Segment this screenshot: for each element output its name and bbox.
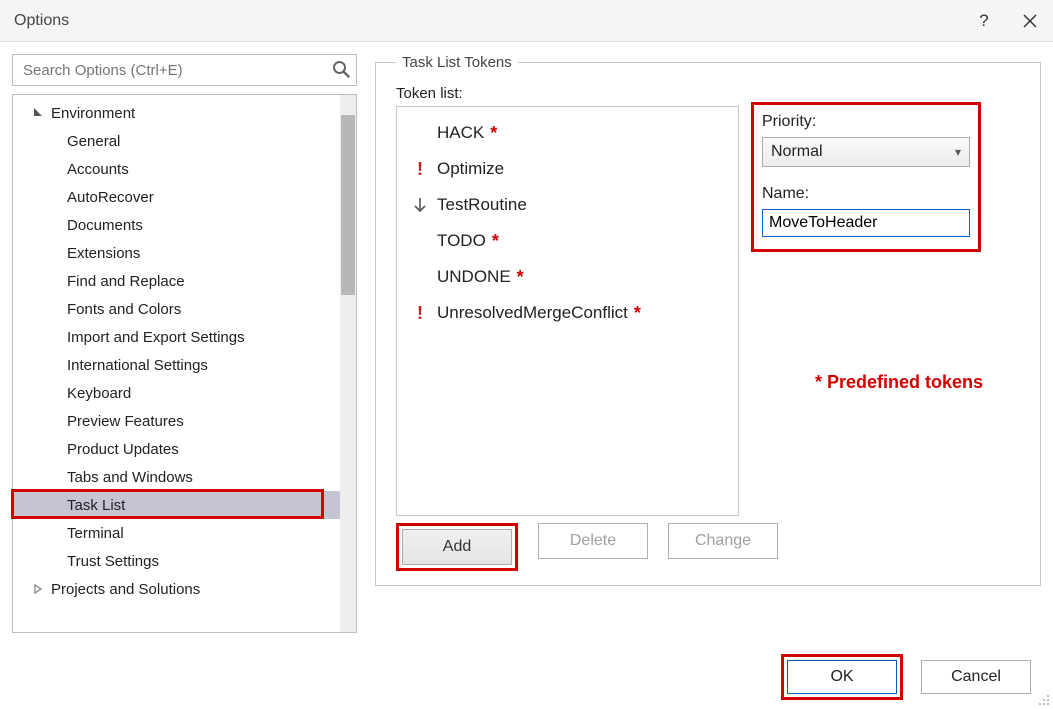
- tree-item-label: Documents: [67, 217, 143, 234]
- tree-item-fonts-and-colors[interactable]: Fonts and Colors: [13, 295, 340, 323]
- predefined-star-icon: *: [517, 267, 524, 288]
- token-item[interactable]: UNDONE *: [397, 259, 738, 295]
- close-button[interactable]: [1007, 0, 1053, 42]
- tree-item-label: International Settings: [67, 357, 208, 374]
- tree-item-general[interactable]: General: [13, 127, 340, 155]
- tree-item-preview-features[interactable]: Preview Features: [13, 407, 340, 435]
- search-icon: [332, 60, 350, 82]
- tree-item-label: Preview Features: [67, 413, 184, 430]
- tree-item-label: Task List: [67, 497, 125, 514]
- token-item[interactable]: TODO *: [397, 223, 738, 259]
- priority-high-icon: !: [411, 160, 429, 178]
- tree-item-label: Find and Replace: [67, 273, 185, 290]
- tree-item-autorecover[interactable]: AutoRecover: [13, 183, 340, 211]
- tree-item-accounts[interactable]: Accounts: [13, 155, 340, 183]
- tree-scroll-thumb[interactable]: [341, 115, 355, 295]
- expand-collapsed-icon: [31, 581, 45, 598]
- tree-item-label: General: [67, 133, 120, 150]
- tree-item-terminal[interactable]: Terminal: [13, 519, 340, 547]
- tree-item-documents[interactable]: Documents: [13, 211, 340, 239]
- close-icon: [1023, 14, 1037, 28]
- tree-item-tabs-and-windows[interactable]: Tabs and Windows: [13, 463, 340, 491]
- window-title: Options: [14, 12, 961, 30]
- priority-low-icon: [411, 196, 429, 214]
- tree-item-label: Fonts and Colors: [67, 301, 181, 318]
- tree-item-label: Tabs and Windows: [67, 469, 193, 486]
- tree-item-label: Terminal: [67, 525, 124, 542]
- token-item[interactable]: ! UnresolvedMergeConflict *: [397, 295, 738, 331]
- chevron-down-icon: ▾: [955, 145, 961, 159]
- add-button[interactable]: Add: [402, 529, 512, 565]
- token-name: UnresolvedMergeConflict: [437, 303, 628, 323]
- token-name: TestRoutine: [437, 195, 527, 215]
- tree-item-international-settings[interactable]: International Settings: [13, 351, 340, 379]
- delete-button[interactable]: Delete: [538, 523, 648, 559]
- predefined-star-icon: *: [490, 123, 497, 144]
- token-item[interactable]: ! Optimize: [397, 151, 738, 187]
- annotation-add-box: Add: [396, 523, 518, 571]
- predefined-star-icon: *: [634, 303, 641, 324]
- tree-item-import-and-export-settings[interactable]: Import and Export Settings: [13, 323, 340, 351]
- tree-item-task-list[interactable]: Task List: [13, 491, 340, 519]
- token-list-label: Token list:: [396, 85, 1026, 102]
- name-input[interactable]: [762, 209, 970, 237]
- token-name: UNDONE: [437, 267, 511, 287]
- token-name: HACK: [437, 123, 484, 143]
- tree-scrollbar[interactable]: [340, 95, 356, 632]
- ok-button[interactable]: OK: [787, 660, 897, 694]
- name-label: Name:: [762, 185, 970, 203]
- priority-high-icon: !: [411, 304, 429, 322]
- search-input-wrapper[interactable]: [12, 54, 357, 86]
- group-title: Task List Tokens: [396, 54, 518, 71]
- tree-item-label: Product Updates: [67, 441, 179, 458]
- options-tree: Environment General Accounts AutoRecover Doc…: [12, 94, 357, 633]
- priority-dropdown[interactable]: Normal ▾: [762, 137, 970, 167]
- annotation-ok-box: OK: [781, 654, 903, 700]
- tree-item-keyboard[interactable]: Keyboard: [13, 379, 340, 407]
- task-list-tokens-group: Task List Tokens Token list: HACK *! Optim…: [375, 54, 1041, 586]
- priority-value: Normal: [771, 143, 823, 161]
- token-list[interactable]: HACK *! Optimize TestRoutine TODO * UNDONE *! Un…: [396, 106, 739, 516]
- tree-item-find-and-replace[interactable]: Find and Replace: [13, 267, 340, 295]
- tree-item-trust-settings[interactable]: Trust Settings: [13, 547, 340, 575]
- search-input[interactable]: [21, 61, 322, 80]
- predefined-tokens-note: * Predefined tokens: [815, 372, 983, 393]
- annotation-priority-name-box: Priority: Normal ▾ Name:: [751, 102, 981, 252]
- priority-label: Priority:: [762, 113, 970, 131]
- tree-item-label: Environment: [51, 105, 135, 122]
- token-name: TODO: [437, 231, 486, 251]
- tree-item-label: Trust Settings: [67, 553, 159, 570]
- tree-item-environment[interactable]: Environment: [13, 99, 340, 127]
- tree-item-product-updates[interactable]: Product Updates: [13, 435, 340, 463]
- tree-item-label: Accounts: [67, 161, 129, 178]
- tree-item-label: Import and Export Settings: [67, 329, 245, 346]
- cancel-button[interactable]: Cancel: [921, 660, 1031, 694]
- change-button[interactable]: Change: [668, 523, 778, 559]
- titlebar: Options ?: [0, 0, 1053, 42]
- token-name: Optimize: [437, 159, 504, 179]
- tree-item-projects-and-solutions[interactable]: Projects and Solutions: [13, 575, 340, 603]
- predefined-star-icon: *: [492, 231, 499, 252]
- tree-item-label: Projects and Solutions: [51, 581, 200, 598]
- token-item[interactable]: TestRoutine: [397, 187, 738, 223]
- tree-item-extensions[interactable]: Extensions: [13, 239, 340, 267]
- token-item[interactable]: HACK *: [397, 115, 738, 151]
- resize-grip-icon[interactable]: [1035, 691, 1051, 707]
- tree-item-label: Keyboard: [67, 385, 131, 402]
- tree-item-label: AutoRecover: [67, 189, 154, 206]
- expand-expanded-icon: [31, 104, 45, 121]
- tree-item-label: Extensions: [67, 245, 140, 262]
- help-button[interactable]: ?: [961, 0, 1007, 42]
